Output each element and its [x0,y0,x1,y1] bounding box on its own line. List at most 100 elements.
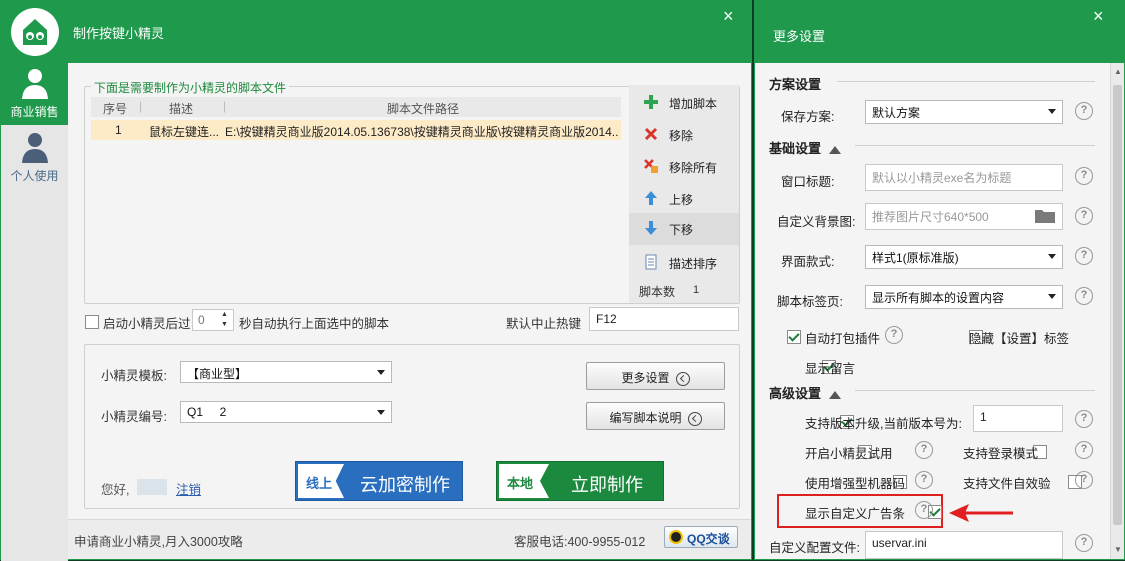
sidebar-label: 商业销售 [10,105,59,119]
col-desc: 描述 [169,102,194,116]
bg-image-input[interactable]: 推荐图片尺寸640*500 [865,203,1063,230]
scroll-up-icon[interactable]: ▲ [1114,67,1122,76]
help-icon[interactable]: ? [1075,207,1093,225]
table-row[interactable]: 1 鼠标左键连... E:\按键精灵商业版2014.05.136738\按键精灵… [91,120,621,140]
write-description-label: 编写脚本说明 [609,411,682,425]
promo-link[interactable]: 申请商业小精灵,月入3000攻略 [74,531,243,550]
build-now-button[interactable]: 本地 立即制作 [496,461,664,501]
cloud-build-button[interactable]: 线上 云加密制作 [295,461,463,501]
settings-close-button[interactable]: × [1093,7,1104,25]
version-number-input[interactable]: 1 [973,405,1063,432]
online-tag: 线上 [306,476,333,491]
help-icon[interactable]: ? [1075,441,1093,459]
script-tab-label: 脚本标签页: [777,295,843,309]
close-button[interactable]: × [723,7,734,25]
window-title-input[interactable]: 默认以小精灵exe名为标题 [865,164,1063,191]
cell-path: E:\按键精灵商业版2014.05.136738\按键精灵商业版\按键精灵商业版… [225,125,619,139]
ui-style-select[interactable]: 样式1(原标准版) [865,245,1063,269]
sort-desc-button[interactable]: 描述排序 [629,247,739,277]
app-logo-icon [11,8,59,56]
table-header: 序号 | 描述 | 脚本文件路径 [91,97,621,117]
folder-icon[interactable] [1034,208,1056,224]
ui-style-label: 界面款式: [781,255,835,269]
col-num: 序号 [103,102,128,116]
more-settings-button[interactable]: 更多设置 [586,362,725,390]
settings-title-bar: 更多设置 × [755,1,1124,63]
local-tag: 本地 [507,476,534,491]
stepper-arrows-icon[interactable]: ▲ ▼ [221,310,228,330]
add-script-button[interactable]: 增加脚本 [629,87,739,117]
bg-image-placeholder: 推荐图片尺寸640*500 [872,210,989,224]
sort-desc-label: 描述排序 [669,257,718,271]
help-icon[interactable]: ? [915,471,933,489]
help-icon[interactable]: ? [1075,102,1093,120]
help-icon[interactable]: ? [1075,410,1093,428]
auto-run-checkbox[interactable] [85,314,99,329]
serial-select[interactable]: Q1 2 [180,401,392,423]
basic-section-title[interactable]: 基础设置 [769,138,842,157]
move-down-button[interactable]: 下移 [629,213,739,245]
file-selfcheck-label: 支持文件自效验 [963,477,1051,491]
auto-run-seconds-stepper[interactable]: 0 ▲ ▼ [192,309,234,331]
version-upgrade-label: 支持版本升级,当前版本号为: [805,417,962,431]
config-file-input[interactable]: uservar.ini [865,531,1063,559]
save-scheme-value: 默认方案 [872,106,921,120]
footer-bar: 申请商业小精灵,月入3000攻略 客服电话:400-9955-012 QQ交谈 [68,519,751,559]
help-icon[interactable]: ? [915,501,933,519]
collapse-icon[interactable] [829,390,842,399]
service-phone: 客服电话:400-9955-012 [514,535,646,549]
scroll-down-icon[interactable]: ▼ [1114,545,1122,554]
move-up-button[interactable]: 上移 [629,183,739,213]
remove-all-button[interactable]: 移除所有 [629,151,739,181]
greeting: 您好, [101,483,130,497]
help-icon[interactable]: ? [915,441,933,459]
vertical-scrollbar[interactable]: ▲ ▼ [1110,63,1124,559]
qq-chat-button[interactable]: QQ交谈 [664,526,738,548]
add-script-label: 增加脚本 [669,97,718,111]
user-icon [22,133,48,163]
circle-arrow-left-icon [687,411,702,426]
logout-link[interactable]: 注销 [176,479,201,498]
bg-image-label: 自定义背景图: [777,215,856,229]
help-icon[interactable]: ? [1075,167,1093,185]
help-icon[interactable]: ? [885,326,903,344]
scheme-section-title: 方案设置 [769,77,822,92]
sidebar-item-personal[interactable]: 个人使用 [1,127,68,189]
advanced-section-title[interactable]: 高级设置 [769,383,842,402]
move-down-label: 下移 [669,223,694,237]
more-settings-window: 更多设置 × ▲ ▼ 方案设置 保存方案: 默认方案 ? 基础设置 窗口标题: … [754,0,1125,560]
script-tab-select[interactable]: 显示所有脚本的设置内容 [865,285,1063,309]
auto-pack-checkbox[interactable] [787,329,801,344]
cloud-build-label: 云加密制作 [360,475,450,495]
save-scheme-label: 保存方案: [781,110,835,124]
section-divider [855,390,1095,391]
qq-chat-label: QQ交谈 [687,532,730,546]
window-title: 制作按键小精灵 [73,26,165,41]
basic-section-label: 基础设置 [769,141,822,156]
collapse-icon[interactable] [829,145,842,154]
help-icon[interactable]: ? [1075,534,1093,552]
save-scheme-select[interactable]: 默认方案 [865,100,1063,124]
title-bar: 制作按键小精灵 × [1,1,751,63]
write-description-button[interactable]: 编写脚本说明 [586,402,725,430]
login-mode-label: 支持登录模式 [963,447,1039,461]
more-settings-label: 更多设置 [621,371,670,385]
template-label: 小精灵模板: [101,369,167,383]
script-tab-value: 显示所有脚本的设置内容 [872,291,1005,305]
help-icon[interactable]: ? [1075,471,1093,489]
trial-label: 开启小精灵试用 [805,447,893,461]
script-count: 1 [693,284,700,296]
document-icon [645,254,657,270]
chevron-down-icon [1048,294,1056,299]
scrollbar-thumb[interactable] [1113,85,1122,525]
hotkey-input[interactable]: F12 [589,307,739,331]
template-select[interactable]: 【商业型】 [180,361,392,383]
ui-style-value: 样式1(原标准版) [872,251,959,265]
script-toolbar: 增加脚本 移除 移除所有 上移 下移 描述排序 脚本数 1 [629,85,739,303]
settings-title: 更多设置 [773,29,826,44]
sidebar: 商业销售 个人使用 [1,63,68,561]
help-icon[interactable]: ? [1075,287,1093,305]
help-icon[interactable]: ? [1075,247,1093,265]
remove-button[interactable]: 移除 [629,119,739,149]
sidebar-item-business[interactable]: 商业销售 [1,63,68,125]
